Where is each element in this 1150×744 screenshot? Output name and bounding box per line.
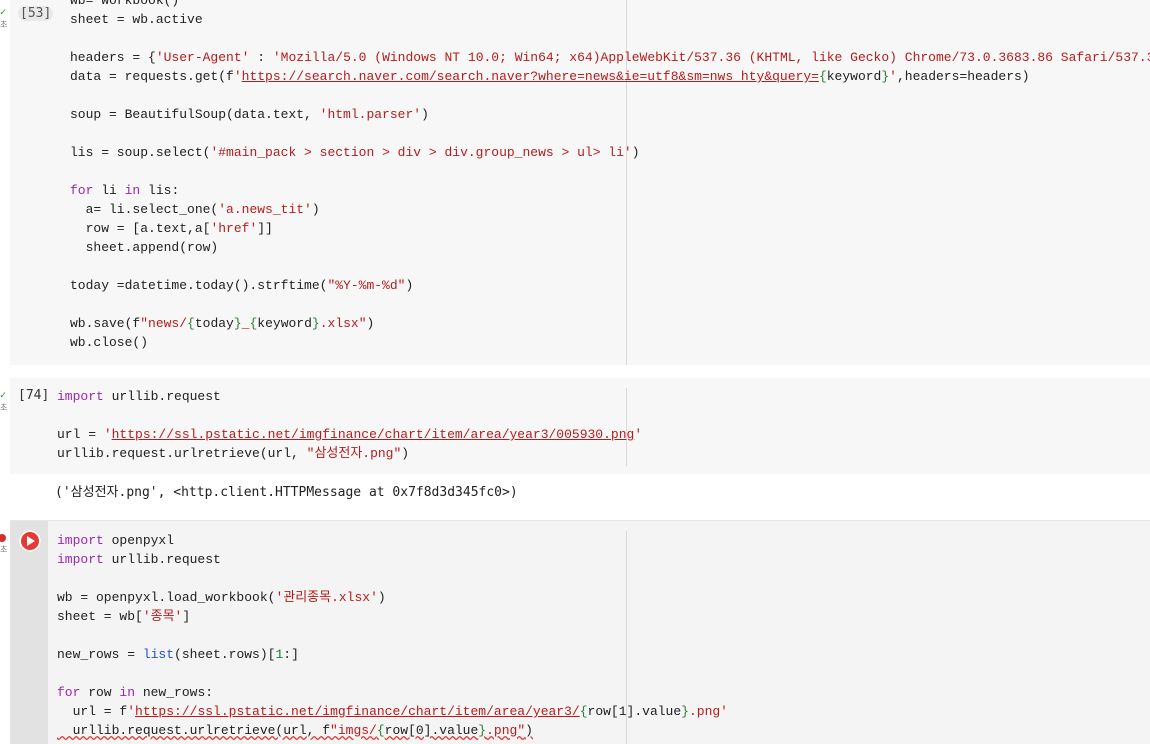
code-line[interactable]: urllib.request.urlretrieve(url, "삼성전자.pn…	[57, 444, 642, 463]
success-check-icon: ✓	[0, 7, 7, 18]
code-line[interactable]: for li in lis:	[70, 181, 1150, 200]
code-line[interactable]: import urllib.request	[57, 387, 642, 406]
cell-output: ('삼성전자.png', <http.client.HTTPMessage at…	[55, 485, 518, 500]
run-duration: 초	[0, 403, 8, 412]
code-line[interactable]: for row in new_rows:	[57, 683, 728, 702]
code-line[interactable]: sheet = wb['종목']	[57, 607, 728, 626]
code-cell-2[interactable]: [74] import urllib.request url = 'https:…	[10, 378, 1150, 474]
code-line[interactable]: row = [a.text,a['href']]	[70, 219, 1150, 238]
run-cell-button[interactable]	[19, 530, 41, 552]
code-line[interactable]	[70, 257, 1150, 276]
code-line[interactable]: a= li.select_one('a.news_tit')	[70, 200, 1150, 219]
cell-focus-bar	[10, 521, 48, 744]
code-line[interactable]: import openpyxl	[57, 531, 728, 550]
code-line[interactable]	[70, 162, 1150, 181]
code-cell-3[interactable]: import openpyxl import urllib.request wb …	[10, 520, 1150, 744]
code-line[interactable]: urllib.request.urlretrieve(url, f"imgs/{…	[57, 721, 728, 740]
code-line[interactable]: new_rows = list(sheet.rows)[1:]	[57, 645, 728, 664]
code-line[interactable]: lis = soup.select('#main_pack > section …	[70, 143, 1150, 162]
code-line[interactable]: import urllib.request	[57, 550, 728, 569]
code-line[interactable]: wb.close()	[70, 333, 1150, 352]
success-check-icon: ✓	[0, 390, 7, 401]
code-line[interactable]: data = requests.get(f'https://search.nav…	[70, 67, 1150, 86]
error-indicator-icon	[0, 534, 6, 542]
code-line[interactable]: soup = BeautifulSoup(data.text, 'html.pa…	[70, 105, 1150, 124]
code-line[interactable]	[70, 86, 1150, 105]
code-editor[interactable]: import urllib.request url = 'https://ssl…	[57, 387, 642, 463]
code-line[interactable]: url = 'https://ssl.pstatic.net/imgfinanc…	[57, 425, 642, 444]
code-line[interactable]	[57, 406, 642, 425]
code-line[interactable]	[57, 569, 728, 588]
code-line[interactable]: sheet = wb.active	[70, 10, 1150, 29]
code-line[interactable]: url = f'https://ssl.pstatic.net/imgfinan…	[57, 702, 728, 721]
code-line[interactable]: headers = {'User-Agent' : 'Mozilla/5.0 (…	[70, 48, 1150, 67]
execution-count[interactable]: [74]	[18, 388, 49, 403]
code-line[interactable]: today =datetime.today().strftime("%Y-%m-…	[70, 276, 1150, 295]
code-line[interactable]	[70, 124, 1150, 143]
code-line[interactable]: wb = openpyxl.load_workbook('관리종목.xlsx')	[57, 588, 728, 607]
code-line[interactable]	[57, 626, 728, 645]
code-line[interactable]	[70, 29, 1150, 48]
code-line[interactable]	[57, 664, 728, 683]
code-editor[interactable]: wb= Workbook() sheet = wb.active headers …	[70, 0, 1150, 352]
code-line[interactable]	[70, 295, 1150, 314]
code-editor[interactable]: import openpyxl import urllib.request wb …	[57, 531, 728, 740]
run-duration: 초	[0, 20, 8, 29]
run-duration: 초	[0, 545, 8, 554]
execution-count[interactable]: [53]	[18, 6, 54, 21]
code-line[interactable]: wb.save(f"news/{today}_{keyword}.xlsx")	[70, 314, 1150, 333]
code-cell-1[interactable]: [53] wb= Workbook() sheet = wb.active hea…	[10, 0, 1150, 365]
code-line[interactable]: sheet.append(row)	[70, 238, 1150, 257]
code-line[interactable]: wb= Workbook()	[70, 0, 1150, 10]
